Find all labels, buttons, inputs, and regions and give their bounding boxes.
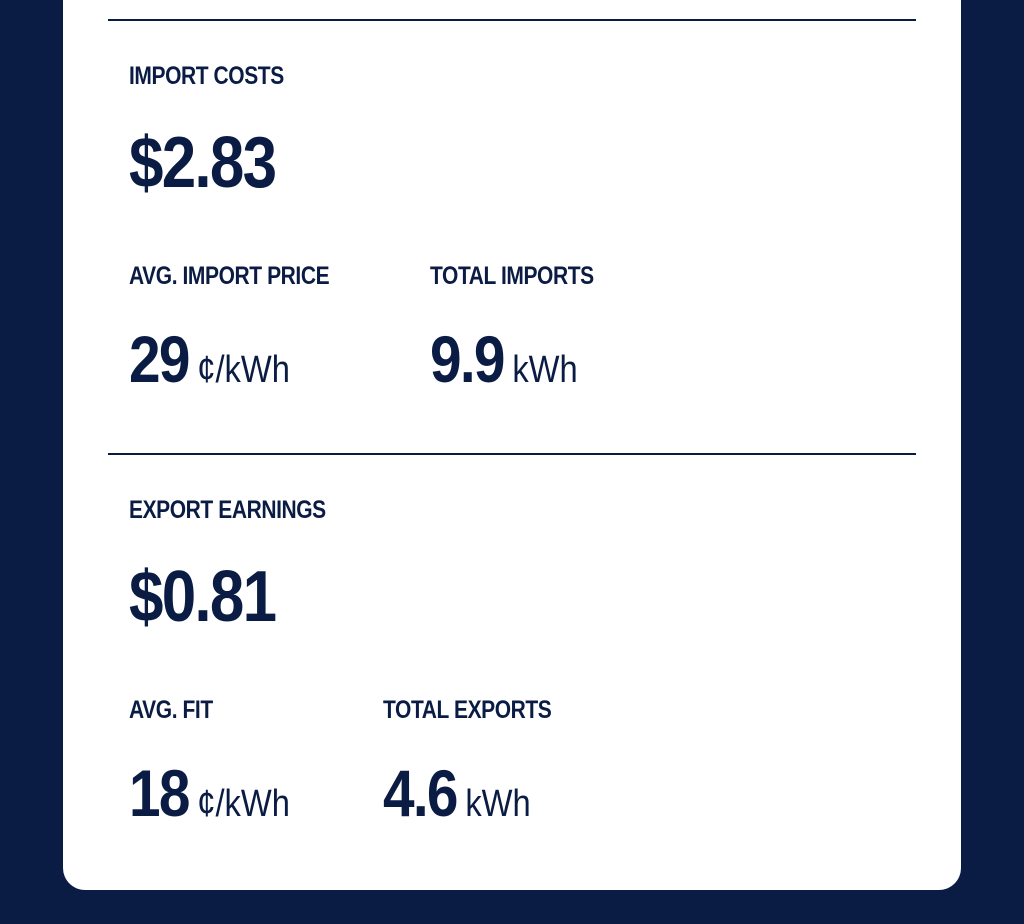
avg-import-price-label: AVG. IMPORT PRICE	[129, 262, 330, 290]
import-costs-amount: $2.83	[129, 123, 277, 203]
total-imports-label: TOTAL IMPORTS	[430, 262, 594, 290]
avg-import-price-stat: 29 ¢/kWh	[129, 326, 290, 392]
top-divider	[108, 19, 916, 21]
total-imports-stat: 9.9 kWh	[430, 326, 578, 392]
avg-fit-label: AVG. FIT	[129, 696, 213, 724]
energy-summary-card: IMPORT COSTS $2.83 AVG. IMPORT PRICE 29 ¢…	[63, 0, 961, 890]
avg-fit-stat: 18 ¢/kWh	[129, 760, 290, 826]
avg-import-price-value: 29	[129, 322, 190, 396]
total-exports-value: 4.6	[383, 756, 458, 830]
total-imports-unit: kWh	[512, 349, 578, 391]
total-imports-value: 9.9	[430, 322, 505, 396]
import-costs-label: IMPORT COSTS	[129, 62, 284, 90]
total-exports-label: TOTAL EXPORTS	[383, 696, 552, 724]
export-earnings-amount: $0.81	[129, 557, 277, 637]
total-exports-stat: 4.6 kWh	[383, 760, 531, 826]
avg-import-price-unit: ¢/kWh	[197, 349, 290, 391]
avg-fit-unit: ¢/kWh	[197, 783, 290, 825]
export-earnings-label: EXPORT EARNINGS	[129, 496, 326, 524]
avg-fit-value: 18	[129, 756, 190, 830]
total-exports-unit: kWh	[465, 783, 531, 825]
middle-divider	[108, 453, 916, 455]
